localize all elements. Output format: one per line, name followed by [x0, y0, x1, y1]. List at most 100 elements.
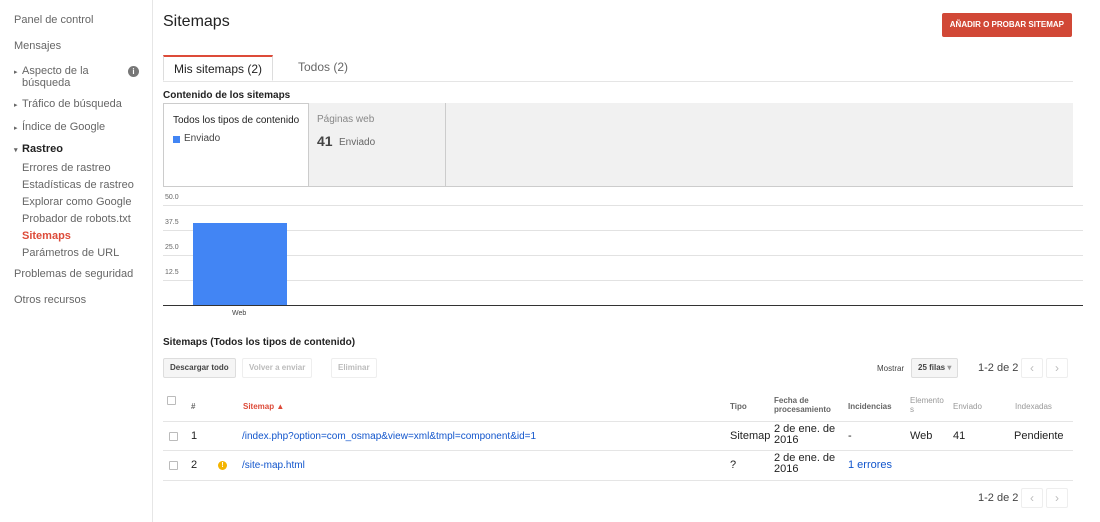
- row-date: 2 de ene. de 2016: [774, 424, 835, 446]
- sidebar-item-search-appearance-2[interactable]: búsqueda: [22, 77, 70, 89]
- col-submitted[interactable]: Enviado: [953, 402, 982, 411]
- pager-label: 1-2 de 2: [978, 362, 1019, 374]
- content-type-label: Todos los tipos de contenido: [173, 115, 300, 126]
- sidebar-item-google-index[interactable]: ▸ Índice de Google: [14, 121, 105, 133]
- sidebar-item-security-issues[interactable]: Problemas de seguridad: [14, 268, 133, 280]
- content-type-label: Páginas web: [317, 114, 375, 125]
- row-date-line2: 2016: [774, 463, 799, 475]
- row-date: 2 de ene. de 2016: [774, 453, 835, 475]
- col-sitemap[interactable]: Sitemap ▲: [243, 402, 284, 411]
- rows-per-page-select[interactable]: 25 filas ▾: [911, 358, 959, 378]
- sidebar-item-sitemaps[interactable]: Sitemaps: [22, 230, 71, 242]
- submitted-chart: 12.5 25.0 37.5 50.0 Web: [163, 194, 1083, 322]
- row-type: ?: [730, 459, 737, 471]
- caret-right-icon: ▸: [14, 125, 18, 132]
- legend-label: Enviado: [184, 133, 221, 144]
- table-title: Sitemaps (Todos los tipos de contenido): [163, 337, 356, 348]
- next-page-icon[interactable]: ›: [1046, 358, 1068, 378]
- col-issues[interactable]: Incidencias: [848, 402, 892, 411]
- sidebar-item-other-resources[interactable]: Otros recursos: [14, 294, 86, 306]
- content-type-panel: Todos los tipos de contenido Enviado Pág…: [163, 103, 1073, 187]
- col-num: #: [191, 402, 196, 411]
- col-type[interactable]: Tipo: [730, 402, 747, 411]
- gridline: [163, 255, 1083, 256]
- page-title: Sitemaps: [163, 13, 230, 30]
- sidebar-item-crawl-stats[interactable]: Estadísticas de rastreo: [22, 179, 134, 191]
- col-elements[interactable]: Elemento s: [910, 396, 944, 414]
- tab-all[interactable]: Todos (2): [288, 55, 358, 81]
- add-test-sitemap-button[interactable]: AÑADIR O PROBAR SITEMAP: [941, 13, 1072, 37]
- row-elements: Web: [910, 430, 933, 442]
- row-issues: -: [848, 430, 852, 442]
- download-all-button[interactable]: Descargar todo: [163, 358, 236, 378]
- resubmit-button[interactable]: Volver a enviar: [242, 358, 313, 378]
- info-icon[interactable]: i: [128, 66, 139, 77]
- content-type-web[interactable]: Páginas web 41 Enviado: [309, 103, 446, 186]
- x-axis: [163, 305, 1083, 306]
- divider: [163, 480, 1073, 481]
- footer-pager-label: 1-2 de 2: [978, 492, 1019, 504]
- tab-my-sitemaps[interactable]: Mis sitemaps (2): [163, 55, 274, 81]
- caret-down-icon: ▾: [14, 147, 18, 154]
- sitemap-link[interactable]: /site-map.html: [242, 460, 305, 471]
- y-tick-label: 12.5: [165, 269, 179, 276]
- sidebar-item-dashboard[interactable]: Panel de control: [14, 14, 94, 26]
- sidebar-item-url-parameters[interactable]: Parámetros de URL: [22, 247, 119, 259]
- warning-icon[interactable]: !: [218, 461, 227, 470]
- row-checkbox[interactable]: [169, 432, 178, 441]
- row-submitted: 41: [953, 430, 966, 442]
- col-date-line2: procesamiento: [774, 405, 831, 414]
- tab-bar: Mis sitemaps (2) Todos (2): [163, 55, 1073, 82]
- sidebar-item-fetch-as-google[interactable]: Explorar como Google: [22, 196, 131, 208]
- caret-right-icon: ▸: [14, 102, 18, 109]
- row-num: 2: [191, 459, 198, 471]
- rows-per-page-value: 25 filas: [918, 363, 946, 372]
- divider: [163, 450, 1073, 451]
- caret-right-icon: ▸: [14, 69, 18, 76]
- gridline: [163, 205, 1083, 206]
- col-indexed[interactable]: Indexadas: [1015, 402, 1052, 411]
- bar[interactable]: [193, 223, 287, 305]
- y-tick-label: 50.0: [165, 194, 179, 201]
- sidebar-item-label: Índice de Google: [22, 121, 106, 133]
- row-num: 1: [191, 430, 198, 442]
- prev-page-icon[interactable]: ‹: [1021, 358, 1043, 378]
- row-type: Sitemap: [730, 430, 771, 442]
- content-section-title: Contenido de los sitemaps: [163, 90, 291, 101]
- gridline: [163, 280, 1083, 281]
- sidebar-item-search-traffic[interactable]: ▸ Tráfico de búsqueda: [14, 98, 122, 110]
- y-tick-label: 37.5: [165, 219, 179, 226]
- col-date[interactable]: Fecha de procesamiento: [774, 396, 831, 414]
- sitemap-link[interactable]: /index.php?option=com_osmap&view=xml&tmp…: [242, 431, 536, 442]
- gridline: [163, 230, 1083, 231]
- sidebar-item-crawl-errors[interactable]: Errores de rastreo: [22, 162, 111, 174]
- sidebar-item-label: Rastreo: [22, 143, 63, 155]
- sidebar-item-label: Aspecto de la: [22, 65, 89, 77]
- show-label: Mostrar: [877, 364, 905, 373]
- chevron-down-icon: ▾: [947, 363, 952, 372]
- select-all-checkbox[interactable]: [167, 396, 176, 405]
- sidebar: Panel de control Mensajes ▸ Aspecto de la…: [0, 0, 153, 522]
- sidebar-item-search-appearance[interactable]: ▸ Aspecto de la: [14, 65, 89, 77]
- sidebar-item-messages[interactable]: Mensajes: [14, 40, 61, 52]
- col-elements-line1: Elemento: [910, 396, 944, 405]
- issues-link[interactable]: 1 errores: [848, 460, 892, 471]
- x-tick-label: Web: [232, 310, 247, 317]
- y-tick-label: 25.0: [165, 244, 179, 251]
- row-indexed: Pendiente: [1014, 430, 1064, 442]
- prev-page-icon[interactable]: ‹: [1021, 488, 1043, 508]
- content-type-all[interactable]: Todos los tipos de contenido Enviado: [163, 103, 309, 186]
- content-type-count: 41: [317, 133, 333, 149]
- content-type-status: Enviado: [339, 137, 376, 148]
- next-page-icon[interactable]: ›: [1046, 488, 1068, 508]
- delete-button[interactable]: Eliminar: [331, 358, 377, 378]
- sidebar-item-crawl[interactable]: ▾ Rastreo: [14, 143, 63, 155]
- legend-swatch: [173, 136, 180, 143]
- col-date-line1: Fecha de: [774, 396, 809, 405]
- sidebar-item-robots-tester[interactable]: Probador de robots.txt: [22, 213, 131, 225]
- row-checkbox[interactable]: [169, 461, 178, 470]
- divider: [163, 421, 1073, 422]
- col-elements-line2: s: [910, 405, 914, 414]
- main-content: Sitemaps AÑADIR O PROBAR SITEMAP Mis sit…: [163, 0, 1088, 522]
- sidebar-item-label: Tráfico de búsqueda: [22, 98, 122, 110]
